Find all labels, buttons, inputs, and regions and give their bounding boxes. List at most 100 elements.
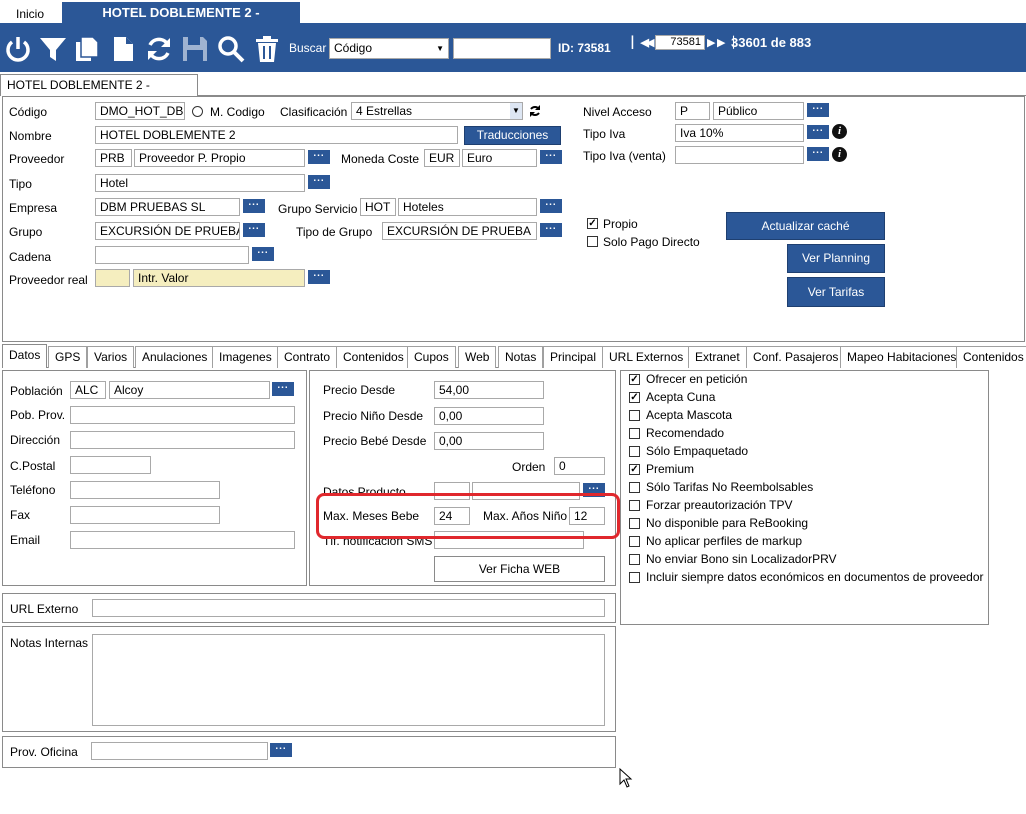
- empresa-field[interactable]: DBM PRUEBAS SL: [95, 198, 240, 216]
- option-checkbox[interactable]: [629, 446, 640, 457]
- copy-icon[interactable]: [72, 34, 102, 64]
- email-field[interactable]: [70, 531, 295, 549]
- mcodigo-checkbox[interactable]: [192, 106, 203, 117]
- option-checkbox[interactable]: ✓: [629, 464, 640, 475]
- search-input[interactable]: [453, 38, 551, 59]
- tab-datos[interactable]: Datos: [2, 344, 48, 368]
- precio-nino-field[interactable]: 0,00: [434, 407, 544, 425]
- filter-icon[interactable]: [38, 34, 68, 64]
- tab-web[interactable]: Web: [458, 346, 497, 368]
- prev-record-icon[interactable]: ◀: [646, 36, 654, 50]
- grupo-field[interactable]: EXCURSIÓN DE PRUEBA: [95, 222, 240, 240]
- tab-imagenes[interactable]: Imagenes: [212, 346, 279, 368]
- moneda-value-field[interactable]: Euro: [462, 149, 537, 167]
- precio-bebe-field[interactable]: 0,00: [434, 432, 544, 450]
- actualizar-cache-button[interactable]: Actualizar caché: [726, 212, 885, 240]
- provreal-code-field[interactable]: [95, 269, 130, 287]
- option-checkbox[interactable]: [629, 428, 640, 439]
- buscar-select[interactable]: Código ▼: [329, 38, 449, 59]
- option-checkbox[interactable]: ✓: [629, 374, 640, 385]
- provreal-value-field[interactable]: Intr. Valor: [133, 269, 305, 287]
- poblacion-value-field[interactable]: Alcoy: [109, 381, 270, 399]
- provreal-lookup-button[interactable]: ...: [308, 269, 330, 284]
- traducciones-button[interactable]: Traducciones: [464, 126, 561, 145]
- save-icon[interactable]: [180, 34, 210, 64]
- tipogrupo-field[interactable]: EXCURSIÓN DE PRUEBA: [382, 222, 537, 240]
- option-checkbox[interactable]: [629, 536, 640, 547]
- refresh-icon[interactable]: [144, 34, 174, 64]
- option-checkbox[interactable]: ✓: [629, 392, 640, 403]
- ver-ficha-web-button[interactable]: Ver Ficha WEB: [434, 556, 605, 582]
- poblacion-lookup-button[interactable]: ...: [272, 381, 294, 396]
- tab-cupos[interactable]: Cupos: [407, 346, 456, 368]
- ver-tarifas-button[interactable]: Ver Tarifas: [787, 277, 885, 307]
- tab-notas[interactable]: Notas: [498, 346, 544, 368]
- tab-varios[interactable]: Varios: [87, 346, 135, 368]
- ver-planning-button[interactable]: Ver Planning: [787, 244, 885, 273]
- gruposerv-value-field[interactable]: Hoteles: [398, 198, 537, 216]
- tab-extranet[interactable]: Extranet: [688, 346, 747, 368]
- gruposerv-code-field[interactable]: HOT: [360, 198, 396, 216]
- tab-hotel-active[interactable]: HOTEL DOBLEMENTE 2 - [PROPIO]: [62, 2, 300, 42]
- fax-field[interactable]: [70, 506, 220, 524]
- prov-oficina-lookup-button[interactable]: ...: [270, 742, 292, 757]
- moneda-lookup-button[interactable]: ...: [540, 149, 562, 164]
- proveedor-lookup-button[interactable]: ...: [308, 149, 330, 164]
- tab-inicio[interactable]: Inicio: [4, 4, 56, 24]
- nivel-lookup-button[interactable]: ...: [807, 102, 829, 117]
- trash-icon[interactable]: [252, 34, 282, 64]
- info-icon[interactable]: i: [832, 147, 847, 162]
- tab-principal[interactable]: Principal: [543, 346, 604, 368]
- poblacion-code-field[interactable]: ALC: [70, 381, 106, 399]
- tipogrupo-lookup-button[interactable]: ...: [540, 222, 562, 237]
- option-checkbox[interactable]: [629, 572, 640, 583]
- tab-contenidos[interactable]: Contenidos: [336, 346, 411, 368]
- tipoivaventa-lookup-button[interactable]: ...: [807, 146, 829, 161]
- nivel-value-field[interactable]: Público: [713, 102, 804, 120]
- search-icon[interactable]: [216, 34, 246, 64]
- nombre-field[interactable]: HOTEL DOBLEMENTE 2: [95, 126, 458, 144]
- cpostal-field[interactable]: [70, 456, 151, 474]
- codigo-field[interactable]: DMO_HOT_DB: [95, 102, 185, 120]
- precio-desde-field[interactable]: 54,00: [434, 381, 544, 399]
- document-tab[interactable]: HOTEL DOBLEMENTE 2 - [PROPIO]: [0, 74, 198, 112]
- notas-textarea[interactable]: [92, 634, 605, 726]
- info-icon[interactable]: i: [832, 124, 847, 139]
- nav-record-input[interactable]: 73581: [655, 35, 705, 50]
- grupo-lookup-button[interactable]: ...: [243, 222, 265, 237]
- tipoiva-field[interactable]: Iva 10%: [675, 124, 804, 142]
- cadena-lookup-button[interactable]: ...: [252, 246, 274, 261]
- tab-conf-pasajeros[interactable]: Conf. Pasajeros: [746, 346, 846, 368]
- direccion-field[interactable]: [70, 431, 295, 449]
- moneda-code-field[interactable]: EUR: [424, 149, 460, 167]
- tipo-lookup-button[interactable]: ...: [308, 174, 330, 189]
- orden-field[interactable]: 0: [554, 457, 605, 475]
- empresa-lookup-button[interactable]: ...: [243, 198, 265, 213]
- cadena-field[interactable]: [95, 246, 249, 264]
- option-checkbox[interactable]: [629, 500, 640, 511]
- proveedor-value-field[interactable]: Proveedor P. Propio: [134, 149, 305, 167]
- nivel-code-field[interactable]: P: [675, 102, 710, 120]
- power-icon[interactable]: [3, 34, 33, 64]
- option-checkbox[interactable]: [629, 410, 640, 421]
- clasificacion-select[interactable]: 4 Estrellas ▼: [351, 102, 523, 120]
- propio-checkbox[interactable]: ✓: [587, 218, 598, 229]
- tipoiva-lookup-button[interactable]: ...: [807, 124, 829, 139]
- telefono-field[interactable]: [70, 481, 220, 499]
- prov-oficina-field[interactable]: [91, 742, 268, 760]
- option-checkbox[interactable]: [629, 518, 640, 529]
- tab-anulaciones[interactable]: Anulaciones: [135, 346, 215, 368]
- tipo-field[interactable]: Hotel: [95, 174, 305, 192]
- option-checkbox[interactable]: [629, 554, 640, 565]
- tab-url-externos[interactable]: URL Externos: [602, 346, 691, 368]
- tab-contrato[interactable]: Contrato: [277, 346, 338, 368]
- pobprov-field[interactable]: [70, 406, 295, 424]
- gruposerv-lookup-button[interactable]: ...: [540, 198, 562, 213]
- tab-contenidos-g[interactable]: Contenidos g: [956, 346, 1026, 368]
- proveedor-code-field[interactable]: PRB: [95, 149, 132, 167]
- url-externo-field[interactable]: [92, 599, 605, 617]
- solopago-checkbox[interactable]: [587, 236, 598, 247]
- tipoivaventa-field[interactable]: [675, 146, 804, 164]
- tab-mapeo-habitaciones[interactable]: Mapeo Habitaciones: [840, 346, 964, 368]
- next-record-icon[interactable]: ▶: [707, 36, 715, 50]
